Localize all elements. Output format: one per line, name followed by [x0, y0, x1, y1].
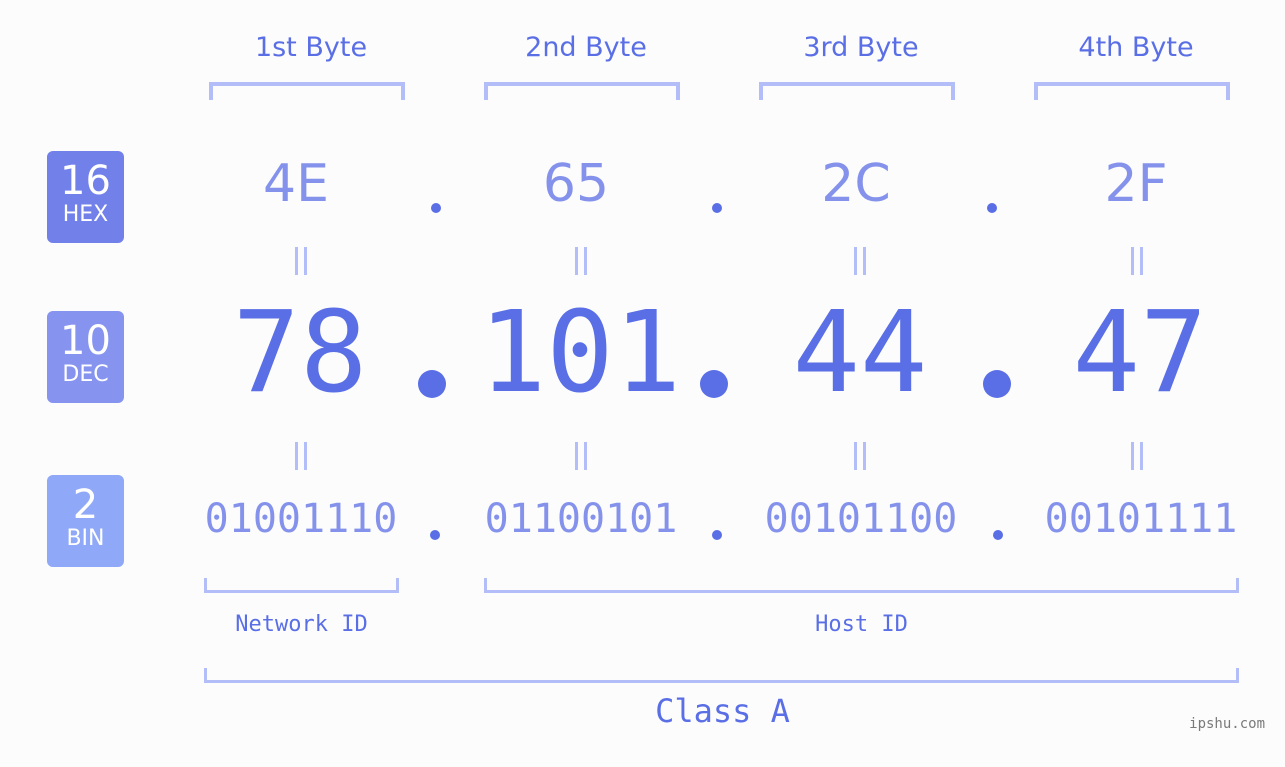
byte-bracket-4: [1034, 82, 1230, 100]
dec-value-2: 101: [478, 288, 682, 418]
dec-value-1: 78: [232, 288, 368, 418]
bin-dot-separator: [712, 530, 722, 540]
bin-value-1: 01001110: [204, 496, 398, 542]
host-id-label: Host ID: [815, 612, 908, 637]
network-id-label: Network ID: [235, 612, 368, 637]
hex-value-2: 65: [542, 154, 610, 214]
bin-dot-separator: [430, 530, 440, 540]
dec-value-3: 44: [792, 288, 928, 418]
bin-dot-separator: [993, 530, 1003, 540]
dec-dot-separator: [418, 370, 446, 398]
host-id-bracket: [484, 578, 1239, 593]
dec-dot-separator: [983, 370, 1011, 398]
byte-header-3: 3rd Byte: [803, 32, 919, 63]
byte-header-1: 1st Byte: [254, 32, 368, 63]
hex-badge-base: 16: [60, 158, 111, 204]
dec-badge-base: 10: [60, 318, 111, 364]
bin-badge: 2 BIN: [47, 475, 124, 567]
hex-badge-label: HEX: [62, 202, 109, 227]
hex-value-1: 4E: [263, 154, 329, 214]
hex-dot-separator: [431, 203, 441, 213]
dec-dot-separator: [700, 370, 728, 398]
class-label: Class A: [655, 692, 790, 730]
hex-badge: 16 HEX: [47, 151, 124, 243]
hex-value-4: 2F: [1104, 154, 1168, 214]
hex-dot-separator: [712, 203, 722, 213]
byte-header-2: 2nd Byte: [525, 32, 647, 63]
dec-value-4: 47: [1072, 288, 1208, 418]
watermark: ipshu.com: [1189, 716, 1265, 732]
bin-value-4: 00101111: [1044, 496, 1238, 542]
bin-badge-label: BIN: [66, 526, 105, 551]
bin-value-2: 01100101: [484, 496, 678, 542]
hex-value-3: 2C: [821, 154, 891, 214]
network-id-bracket: [204, 578, 399, 593]
dec-badge: 10 DEC: [47, 311, 124, 403]
bin-badge-base: 2: [72, 482, 99, 528]
byte-bracket-1: [209, 82, 405, 100]
byte-bracket-3: [759, 82, 955, 100]
byte-bracket-2: [484, 82, 680, 100]
dec-badge-label: DEC: [62, 362, 109, 387]
byte-header-4: 4th Byte: [1078, 32, 1194, 63]
class-bracket: [204, 668, 1239, 683]
hex-dot-separator: [987, 203, 997, 213]
bin-value-3: 00101100: [764, 496, 958, 542]
